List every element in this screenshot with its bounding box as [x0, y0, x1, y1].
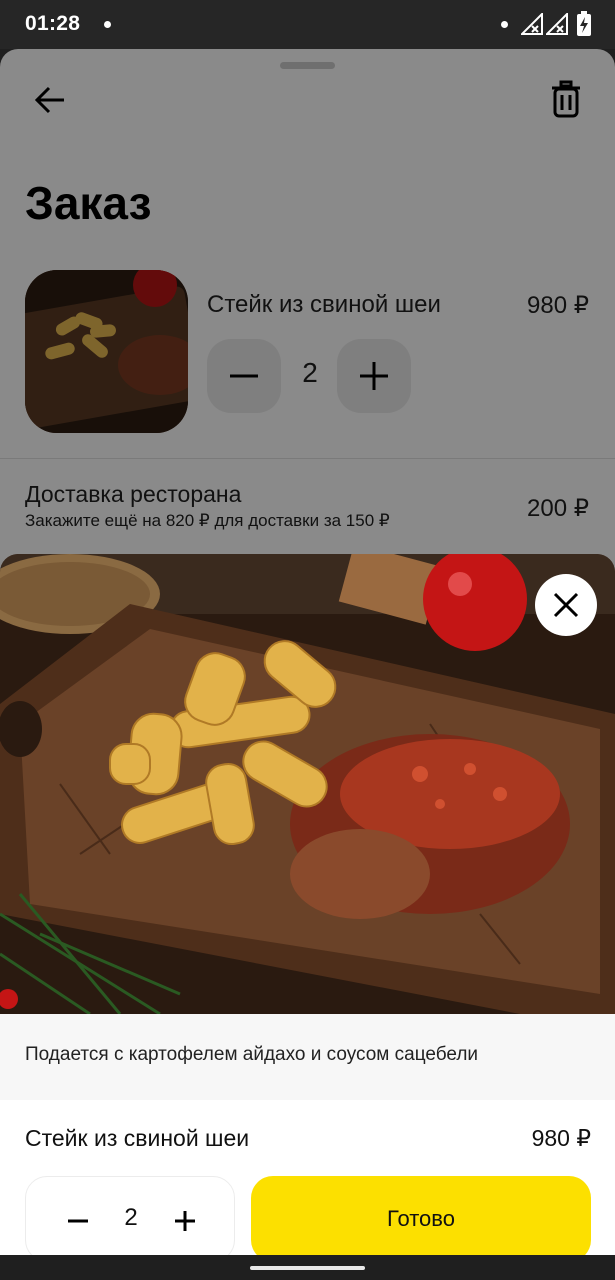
plus-icon[interactable]: [171, 1207, 199, 1235]
signal-icon: [546, 13, 568, 35]
product-photo: [0, 554, 615, 1014]
cart-item-name: Стейк из свиной шеи: [207, 291, 441, 318]
product-modal: Подается с картофелем айдахо и соусом са…: [0, 554, 615, 1255]
back-button[interactable]: [30, 82, 70, 118]
delivery-title: Доставка ресторана: [25, 481, 242, 507]
minus-icon: [230, 374, 258, 378]
product-description: Подается с картофелем айдахо и соусом са…: [25, 1044, 479, 1065]
delivery-subtitle: Закажите ещё на 820 ₽ для доставки за 15…: [25, 511, 390, 530]
clear-cart-button[interactable]: [548, 80, 584, 120]
battery-icon: [577, 11, 591, 36]
notification-dot-icon: [501, 21, 508, 28]
close-icon: [553, 592, 579, 618]
status-time: 01:28: [25, 12, 81, 35]
increase-quantity-button[interactable]: [337, 339, 411, 413]
home-gesture-bar[interactable]: [250, 1266, 365, 1270]
quantity-value: 2: [124, 1204, 138, 1231]
close-button[interactable]: [535, 574, 597, 636]
trash-icon: [552, 80, 580, 118]
done-button[interactable]: Готово: [251, 1176, 591, 1255]
drag-handle[interactable]: [280, 62, 335, 69]
navigation-bar: [0, 1255, 615, 1280]
signal-icon: [521, 13, 543, 35]
delivery-price: 200 ₽: [527, 495, 589, 522]
cart-item-price: 980 ₽: [527, 292, 589, 319]
back-arrow-icon: [34, 86, 64, 114]
minus-icon[interactable]: [64, 1207, 92, 1235]
decrease-quantity-button[interactable]: [207, 339, 281, 413]
page-title: Заказ: [25, 177, 152, 229]
cart-item-quantity: 2: [302, 357, 318, 388]
quantity-stepper: 2: [25, 1176, 235, 1255]
item-thumbnail: [25, 270, 188, 433]
status-bar: 01:28: [0, 0, 615, 49]
product-name: Стейк из свиной шеи: [25, 1125, 250, 1151]
product-footer: Стейк из свиной шеи 980 ₽ 2 Готово: [0, 1100, 615, 1255]
product-price: 980 ₽: [531, 1125, 591, 1151]
divider: [0, 458, 615, 459]
plus-icon: [360, 362, 388, 390]
notification-dot-icon: [104, 21, 111, 28]
